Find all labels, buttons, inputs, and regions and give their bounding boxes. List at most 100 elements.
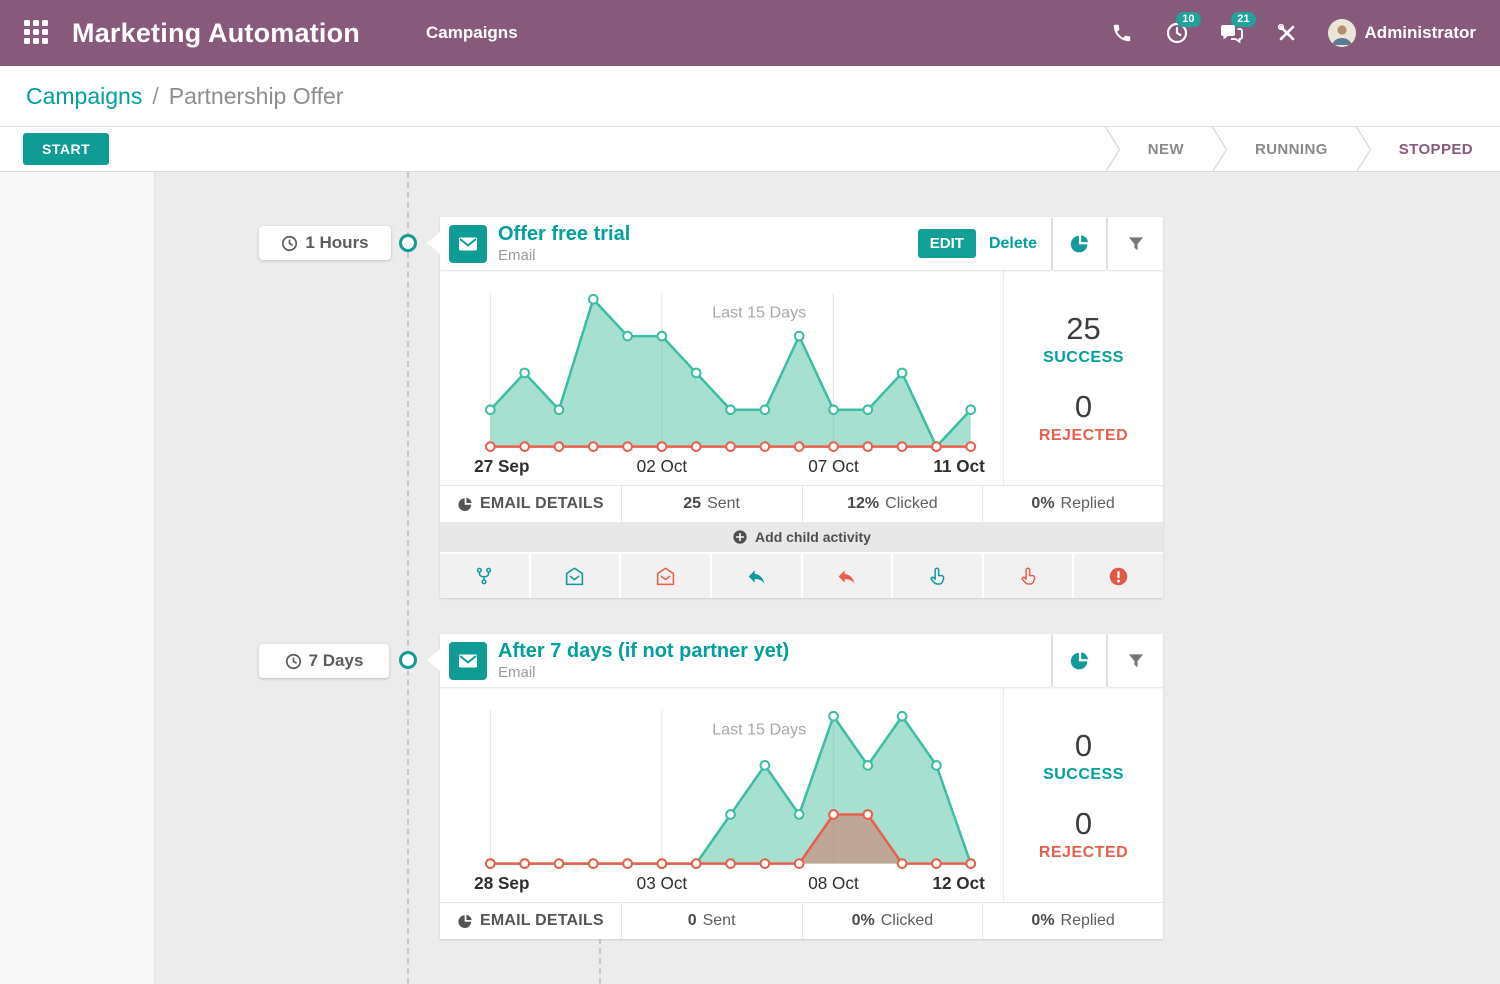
marketing-automation-screen: Marketing Automation Campaigns 10 21 Ad	[0, 0, 1500, 984]
add-child-not-opened-icon[interactable]	[621, 554, 710, 598]
timeline-dashed-line	[407, 172, 409, 984]
stage-running[interactable]: RUNNING	[1228, 127, 1355, 171]
filter-icon	[1126, 651, 1146, 671]
delay-badge-1: 1 Hours	[259, 226, 391, 260]
clicked-stat: 12%Clicked	[802, 486, 983, 522]
pie-chart-icon	[1069, 233, 1091, 255]
control-bar: START NEW RUNNING STOPPED	[0, 127, 1500, 172]
filter-icon	[1126, 234, 1146, 254]
top-navbar: Marketing Automation Campaigns 10 21 Ad	[0, 0, 1500, 66]
pie-chart-icon	[457, 496, 474, 513]
stage-separator-icon	[1355, 127, 1372, 171]
apps-menu-icon[interactable]	[24, 20, 50, 46]
svg-text:12 Oct: 12 Oct	[932, 873, 985, 893]
svg-text:Last 15 Days: Last 15 Days	[712, 303, 806, 321]
breadcrumb: Campaigns / Partnership Offer	[0, 66, 1500, 127]
activity-1-details-row: EMAIL DETAILS 25Sent 12%Clicked 0%Replie…	[440, 485, 1163, 522]
breadcrumb-campaigns-link[interactable]: Campaigns	[26, 83, 142, 110]
activity-1-title[interactable]: Offer free trial	[498, 223, 630, 246]
activity-1-header: Offer free trial Email EDIT Delete	[440, 217, 1051, 270]
svg-text:02 Oct: 02 Oct	[637, 456, 688, 476]
email-details-label: EMAIL DETAILS	[480, 912, 604, 930]
breadcrumb-current: Partnership Offer	[169, 83, 344, 110]
add-child-not-replied-icon[interactable]	[803, 554, 892, 598]
success-count: 25	[1043, 311, 1124, 347]
pie-chart-icon	[1069, 650, 1091, 672]
email-details-toggle[interactable]: EMAIL DETAILS	[440, 903, 621, 939]
canvas-left-strip	[0, 172, 155, 984]
email-activity-icon	[449, 642, 487, 680]
activity-1-stats: 25 SUCCESS 0 REJECTED	[1003, 270, 1163, 485]
activity-2-stats: 0 SUCCESS 0 REJECTED	[1003, 687, 1163, 902]
add-child-bounced-icon[interactable]	[1074, 554, 1163, 598]
activity-2-details-row: EMAIL DETAILS 0Sent 0%Clicked 0%Replied	[440, 902, 1163, 939]
activities-clock-icon[interactable]: 10	[1163, 19, 1191, 47]
add-child-opened-icon[interactable]	[531, 554, 620, 598]
success-label: SUCCESS	[1043, 766, 1124, 784]
success-label: SUCCESS	[1043, 349, 1124, 367]
add-child-replied-icon[interactable]	[712, 554, 801, 598]
start-button[interactable]: START	[23, 133, 109, 165]
phone-icon[interactable]	[1108, 19, 1136, 47]
tools-icon[interactable]	[1273, 19, 1301, 47]
activity-1-type: Email	[498, 247, 630, 264]
rejected-count: 0	[1039, 389, 1128, 425]
email-details-toggle[interactable]: EMAIL DETAILS	[440, 486, 621, 522]
delay-badge-2: 7 Days	[259, 644, 389, 678]
plus-circle-icon	[732, 529, 748, 545]
clock-icon	[285, 653, 302, 670]
user-menu[interactable]: Administrator	[1328, 19, 1476, 47]
activity-2-title[interactable]: After 7 days (if not partner yet)	[498, 640, 789, 663]
activity-card-2: After 7 days (if not partner yet) Email …	[440, 634, 1163, 939]
replied-stat: 0%Replied	[982, 486, 1163, 522]
activities-badge: 10	[1176, 12, 1200, 27]
edit-button[interactable]: EDIT	[918, 229, 976, 258]
pie-chart-icon	[457, 913, 474, 930]
activity-2-header: After 7 days (if not partner yet) Email	[440, 634, 1051, 687]
connector-arrow	[427, 649, 440, 671]
svg-text:28 Sep: 28 Sep	[474, 873, 529, 893]
graph-tab[interactable]	[1053, 217, 1106, 270]
avatar	[1328, 19, 1356, 47]
svg-text:08 Oct: 08 Oct	[808, 873, 859, 893]
add-child-not-clicked-icon[interactable]	[984, 554, 1073, 598]
messages-badge: 21	[1231, 12, 1255, 27]
delete-button[interactable]: Delete	[989, 235, 1037, 253]
connector-arrow	[427, 232, 440, 254]
email-details-label: EMAIL DETAILS	[480, 495, 604, 513]
menu-campaigns[interactable]: Campaigns	[426, 23, 518, 43]
delay-badge-label: 7 Days	[309, 651, 364, 671]
stage-new[interactable]: NEW	[1121, 127, 1211, 171]
svg-text:27 Sep: 27 Sep	[474, 456, 529, 476]
svg-text:Last 15 Days: Last 15 Days	[712, 720, 806, 738]
add-child-branch-icon[interactable]	[440, 554, 529, 598]
user-name: Administrator	[1365, 23, 1476, 43]
add-child-activity-button[interactable]: Add child activity	[440, 522, 1163, 552]
activity-card-1: Offer free trial Email EDIT Delete	[440, 217, 1163, 598]
breadcrumb-separator: /	[152, 83, 158, 110]
rejected-label: REJECTED	[1039, 427, 1128, 445]
activity-1-chart: Last 15 Days 27 Sep 02 Oct 07 Oct 11 Oct	[440, 270, 1003, 485]
timeline-connector-dot	[399, 234, 417, 252]
timeline-connector-dot	[399, 651, 417, 669]
activity-2-type: Email	[498, 664, 789, 681]
stage-separator-icon	[1211, 127, 1228, 171]
add-child-activity-label: Add child activity	[755, 529, 871, 545]
stage-bar: NEW RUNNING STOPPED	[1104, 127, 1500, 171]
add-child-clicked-icon[interactable]	[893, 554, 982, 598]
filter-tab[interactable]	[1108, 634, 1163, 687]
campaign-canvas: 1 Hours Offer free trial Email EDIT Dele…	[0, 172, 1500, 984]
svg-text:03 Oct: 03 Oct	[637, 873, 688, 893]
activity-2-chart: Last 15 Days 28 Sep 03 Oct 08 Oct 12 Oct	[440, 687, 1003, 902]
rejected-count: 0	[1039, 806, 1128, 842]
graph-tab[interactable]	[1053, 634, 1106, 687]
svg-text:07 Oct: 07 Oct	[808, 456, 859, 476]
filter-tab[interactable]	[1108, 217, 1163, 270]
rejected-label: REJECTED	[1039, 844, 1128, 862]
messages-icon[interactable]: 21	[1218, 19, 1246, 47]
svg-text:11 Oct: 11 Oct	[933, 456, 985, 476]
clicked-stat: 0%Clicked	[802, 903, 983, 939]
app-title: Marketing Automation	[72, 18, 360, 49]
stage-stopped[interactable]: STOPPED	[1372, 127, 1500, 171]
delay-badge-label: 1 Hours	[305, 233, 368, 253]
